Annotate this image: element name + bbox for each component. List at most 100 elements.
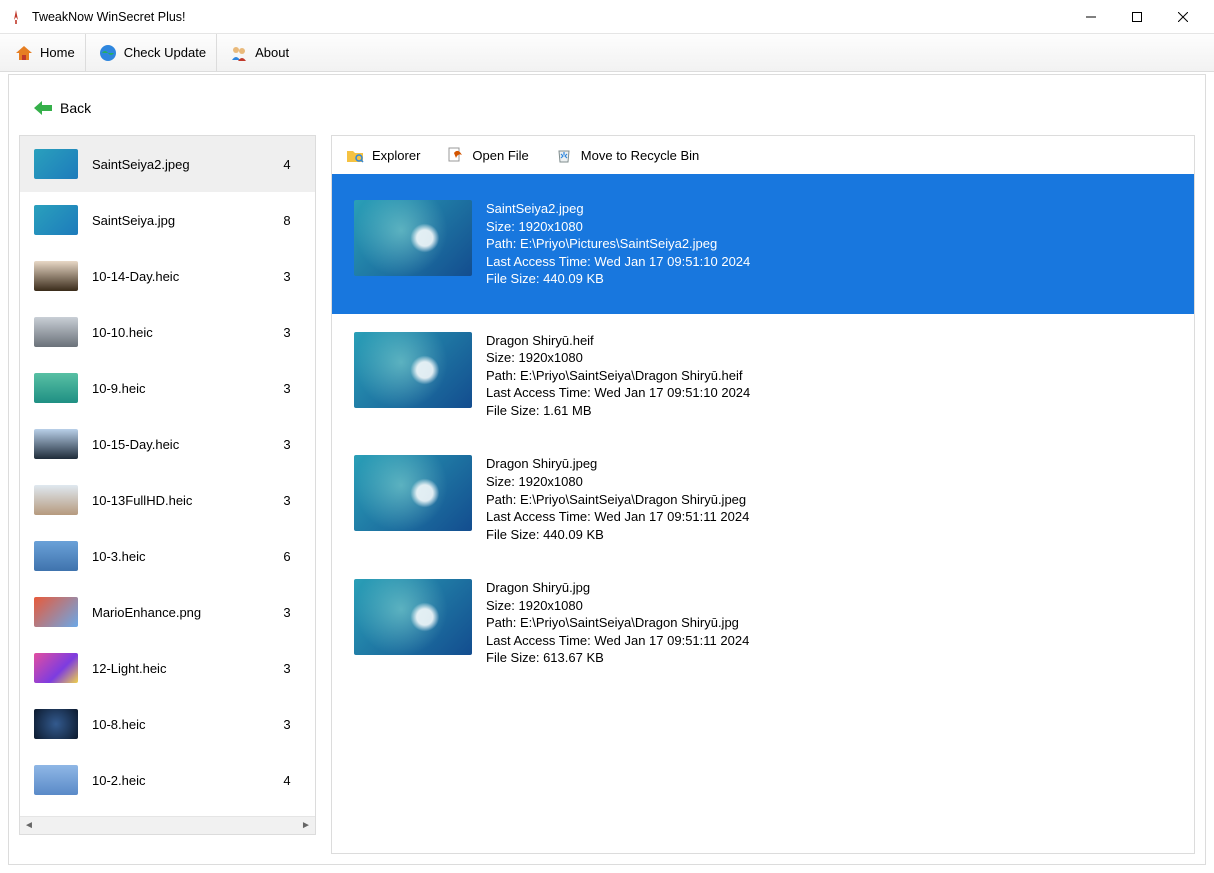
file-detail-row[interactable]: Dragon Shiryū.heifSize: 1920x1080Path: E…: [332, 314, 1194, 438]
group-thumbnail: [34, 709, 78, 739]
home-button[interactable]: Home: [4, 34, 86, 71]
group-count: 3: [277, 381, 297, 396]
horizontal-scrollbar[interactable]: ◄ ►: [20, 816, 315, 834]
check-update-label: Check Update: [124, 45, 206, 60]
group-name: 10-13FullHD.heic: [92, 493, 263, 508]
group-name: 10-14-Day.heic: [92, 269, 263, 284]
explorer-label: Explorer: [372, 148, 420, 163]
window-controls: [1068, 2, 1206, 32]
move-to-recycle-label: Move to Recycle Bin: [581, 148, 700, 163]
minimize-button[interactable]: [1068, 2, 1114, 32]
group-name: MarioEnhance.png: [92, 605, 263, 620]
file-dimensions: Size: 1920x1080: [486, 218, 750, 236]
file-metadata: SaintSeiya2.jpegSize: 1920x1080Path: E:\…: [486, 200, 750, 288]
about-button[interactable]: About: [219, 34, 299, 71]
group-count: 3: [277, 325, 297, 340]
group-thumbnail: [34, 653, 78, 683]
file-path: Path: E:\Priyo\SaintSeiya\Dragon Shiryū.…: [486, 367, 750, 385]
group-thumbnail: [34, 485, 78, 515]
group-thumbnail: [34, 541, 78, 571]
group-row[interactable]: SaintSeiya2.jpeg4: [20, 136, 315, 192]
group-row[interactable]: 10-14-Day.heic 3: [20, 248, 315, 304]
file-metadata: Dragon Shiryū.heifSize: 1920x1080Path: E…: [486, 332, 750, 420]
group-row[interactable]: 10-13FullHD.heic 3: [20, 472, 315, 528]
file-name: Dragon Shiryū.jpg: [486, 579, 749, 597]
file-thumbnail: [354, 579, 472, 655]
group-count: 8: [277, 213, 297, 228]
file-size: File Size: 613.67 KB: [486, 649, 749, 667]
group-thumbnail: [34, 317, 78, 347]
file-detail-row[interactable]: Dragon Shiryū.jpgSize: 1920x1080Path: E:…: [332, 561, 1194, 685]
titlebar: TweakNow WinSecret Plus!: [0, 0, 1214, 34]
group-count: 4: [277, 157, 297, 172]
group-name: 10-15-Day.heic: [92, 437, 263, 452]
file-size: File Size: 1.61 MB: [486, 402, 750, 420]
home-label: Home: [40, 45, 75, 60]
file-thumbnail: [354, 332, 472, 408]
group-thumbnail: [34, 373, 78, 403]
group-name: 10-3.heic: [92, 549, 263, 564]
main-panel: Back SaintSeiya2.jpeg4SaintSeiya.jpg810-…: [8, 74, 1206, 865]
group-name: 10-8.heic: [92, 717, 263, 732]
main-toolbar: Home Check Update About: [0, 34, 1214, 72]
move-to-recycle-button[interactable]: Move to Recycle Bin: [555, 146, 700, 164]
scroll-left-icon[interactable]: ◄: [20, 817, 38, 835]
home-icon: [14, 43, 34, 63]
group-count: 3: [277, 661, 297, 676]
group-thumbnail: [34, 205, 78, 235]
group-row[interactable]: 10-9.heic 3: [20, 360, 315, 416]
file-name: SaintSeiya2.jpeg: [486, 200, 750, 218]
file-name: Dragon Shiryū.jpeg: [486, 455, 749, 473]
close-button[interactable]: [1160, 2, 1206, 32]
group-row[interactable]: 10-15-Day.heic 3: [20, 416, 315, 472]
file-thumbnail: [354, 200, 472, 276]
file-detail-row[interactable]: SaintSeiya2.jpegSize: 1920x1080Path: E:\…: [332, 174, 1194, 314]
file-size: File Size: 440.09 KB: [486, 526, 749, 544]
group-row[interactable]: 10-2.heic4: [20, 752, 315, 808]
group-row[interactable]: MarioEnhance.png 3: [20, 584, 315, 640]
folder-search-icon: [346, 146, 364, 164]
check-update-button[interactable]: Check Update: [88, 34, 217, 71]
file-metadata: Dragon Shiryū.jpgSize: 1920x1080Path: E:…: [486, 579, 749, 667]
maximize-button[interactable]: [1114, 2, 1160, 32]
file-path: Path: E:\Priyo\SaintSeiya\Dragon Shiryū.…: [486, 491, 749, 509]
file-dimensions: Size: 1920x1080: [486, 597, 749, 615]
file-detail-row[interactable]: Dragon Shiryū.jpegSize: 1920x1080Path: E…: [332, 437, 1194, 561]
explorer-button[interactable]: Explorer: [346, 146, 420, 164]
duplicate-groups-list[interactable]: SaintSeiya2.jpeg4SaintSeiya.jpg810-14-Da…: [20, 136, 315, 816]
group-name: 10-9.heic: [92, 381, 263, 396]
file-access-time: Last Access Time: Wed Jan 17 09:51:10 20…: [486, 384, 750, 402]
globe-icon: [98, 43, 118, 63]
group-count: 6: [277, 549, 297, 564]
file-details-list[interactable]: SaintSeiya2.jpegSize: 1920x1080Path: E:\…: [332, 174, 1194, 853]
back-arrow-icon: [34, 101, 52, 115]
open-file-icon: [446, 146, 464, 164]
group-name: 12-Light.heic: [92, 661, 263, 676]
file-path: Path: E:\Priyo\SaintSeiya\Dragon Shiryū.…: [486, 614, 749, 632]
open-file-button[interactable]: Open File: [446, 146, 528, 164]
group-count: 3: [277, 269, 297, 284]
group-row[interactable]: 10-3.heic 6: [20, 528, 315, 584]
group-thumbnail: [34, 261, 78, 291]
recycle-bin-icon: [555, 146, 573, 164]
group-count: 3: [277, 437, 297, 452]
group-row[interactable]: 10-10.heic3: [20, 304, 315, 360]
group-name: 10-2.heic: [92, 773, 263, 788]
group-row[interactable]: 12-Light.heic 3: [20, 640, 315, 696]
file-size: File Size: 440.09 KB: [486, 270, 750, 288]
file-metadata: Dragon Shiryū.jpegSize: 1920x1080Path: E…: [486, 455, 749, 543]
scroll-right-icon[interactable]: ►: [297, 817, 315, 835]
file-name: Dragon Shiryū.heif: [486, 332, 750, 350]
file-thumbnail: [354, 455, 472, 531]
details-pane: Explorer Open File Move to Recycle Bin S…: [331, 135, 1195, 854]
group-count: 3: [277, 605, 297, 620]
group-row[interactable]: SaintSeiya.jpg8: [20, 192, 315, 248]
group-row[interactable]: 10-8.heic3: [20, 696, 315, 752]
window-title: TweakNow WinSecret Plus!: [32, 10, 1068, 24]
open-file-label: Open File: [472, 148, 528, 163]
group-count: 3: [277, 493, 297, 508]
about-label: About: [255, 45, 289, 60]
people-icon: [229, 43, 249, 63]
back-button[interactable]: Back: [34, 100, 91, 116]
group-thumbnail: [34, 597, 78, 627]
